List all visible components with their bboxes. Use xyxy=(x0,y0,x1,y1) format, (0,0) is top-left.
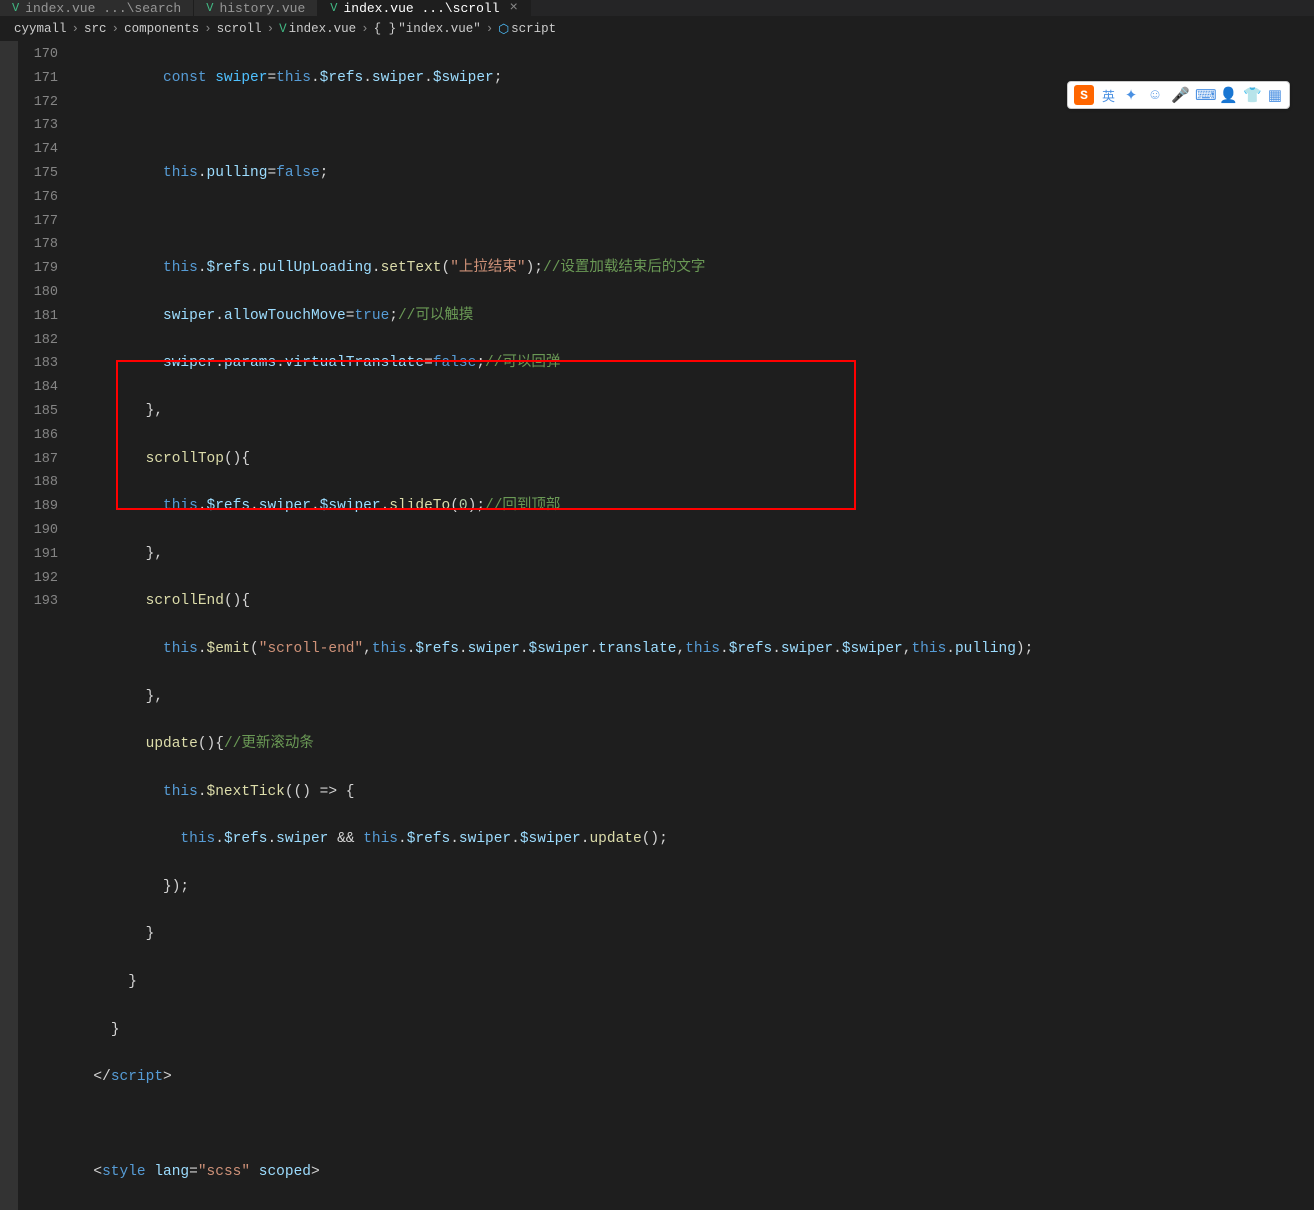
close-icon[interactable]: × xyxy=(510,0,518,16)
braces-icon: { } xyxy=(374,22,397,36)
breadcrumb-item[interactable]: components xyxy=(124,22,199,36)
sogou-logo-icon[interactable]: S xyxy=(1074,85,1094,105)
ime-keyboard-icon[interactable]: ⌨ xyxy=(1195,86,1211,105)
breadcrumb-item[interactable]: cyymall xyxy=(14,22,67,36)
breadcrumb-item[interactable]: "index.vue" xyxy=(398,22,481,36)
activity-bar xyxy=(0,41,18,1210)
tab-label: index.vue ...\search xyxy=(25,1,181,16)
breadcrumb-item[interactable]: script xyxy=(511,22,556,36)
ime-toolbar[interactable]: S 英 ✦ ☺ 🎤 ⌨ 👤 👕 ▦ xyxy=(1067,81,1290,109)
vue-icon: V xyxy=(206,1,213,15)
ime-punct-icon[interactable]: ✦ xyxy=(1123,86,1139,105)
chevron-right-icon: › xyxy=(361,22,369,36)
tab-index-scroll[interactable]: V index.vue ...\scroll × xyxy=(318,0,531,16)
code-area[interactable]: const swiper=this.$refs.swiper.$swiper; … xyxy=(76,41,1314,1210)
vue-icon: V xyxy=(330,1,337,15)
tab-label: index.vue ...\scroll xyxy=(343,1,499,16)
chevron-right-icon: › xyxy=(72,22,80,36)
ime-lang-label[interactable]: 英 xyxy=(1102,86,1115,105)
chevron-right-icon: › xyxy=(204,22,212,36)
breadcrumb-item[interactable]: src xyxy=(84,22,107,36)
breadcrumb-item[interactable]: scroll xyxy=(217,22,262,36)
vue-icon: V xyxy=(12,1,19,15)
line-gutter: 1701711721731741751761771781791801811821… xyxy=(18,41,76,1210)
editor-body: 1701711721731741751761771781791801811821… xyxy=(0,41,1314,1210)
ime-emoji-icon[interactable]: ☺ xyxy=(1147,87,1163,104)
chevron-right-icon: › xyxy=(486,22,494,36)
cube-icon: ⬡ xyxy=(498,21,509,37)
chevron-right-icon: › xyxy=(112,22,120,36)
highlight-box xyxy=(116,360,856,510)
breadcrumb-item[interactable]: index.vue xyxy=(289,22,357,36)
ime-skin-icon[interactable]: 👕 xyxy=(1243,86,1259,105)
chevron-right-icon: › xyxy=(267,22,275,36)
ime-toolbox-icon[interactable]: ▦ xyxy=(1267,86,1283,105)
tab-index-search[interactable]: V index.vue ...\search xyxy=(0,0,194,16)
tab-label: history.vue xyxy=(219,1,305,16)
tabs-bar: V index.vue ...\search V history.vue V i… xyxy=(0,0,1314,17)
vue-icon: V xyxy=(279,22,287,36)
ime-user-icon[interactable]: 👤 xyxy=(1219,86,1235,105)
breadcrumb: cyymall › src › components › scroll › V … xyxy=(0,17,1314,41)
ime-mic-icon[interactable]: 🎤 xyxy=(1171,86,1187,105)
tab-history[interactable]: V history.vue xyxy=(194,0,318,16)
